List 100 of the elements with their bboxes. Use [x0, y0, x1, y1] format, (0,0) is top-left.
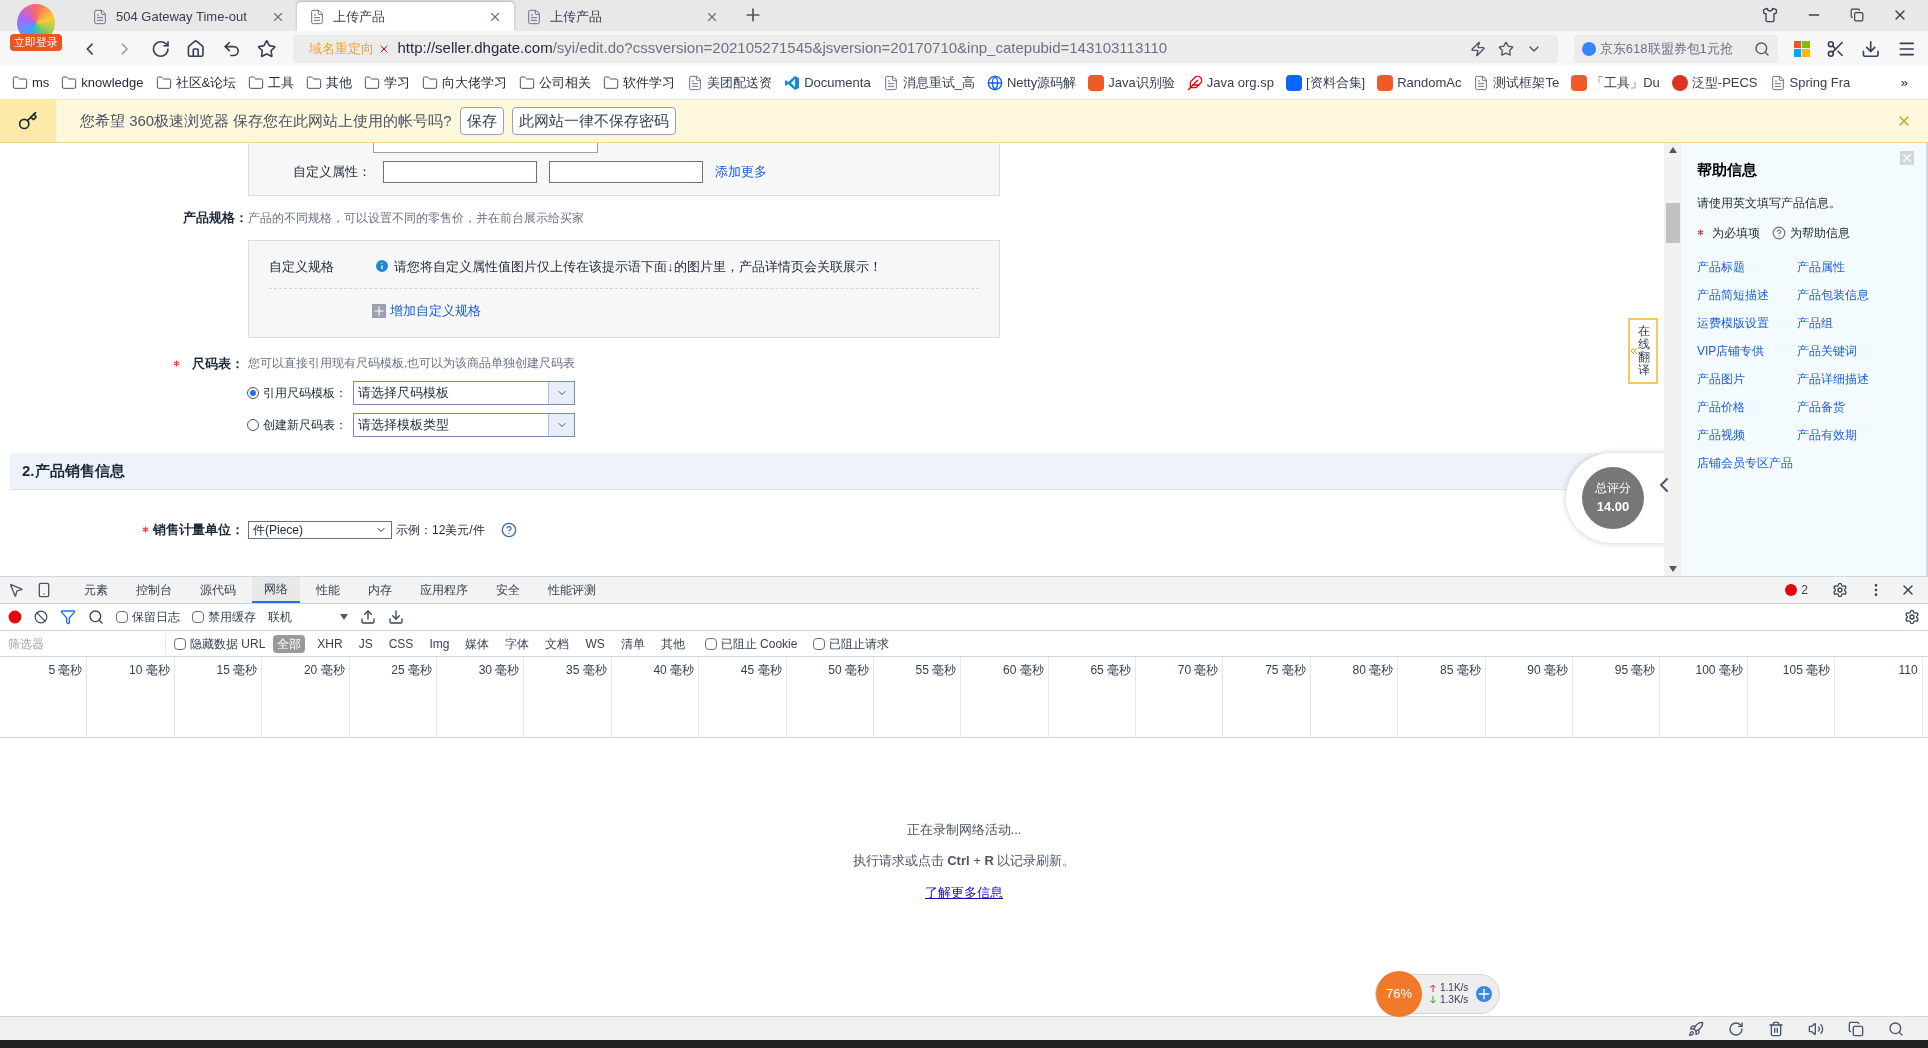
prompt-button[interactable]: 保存 [459, 107, 504, 135]
dropdown[interactable]: 请选择模板类型 [353, 413, 575, 437]
help-link[interactable]: 产品价格 [1697, 397, 1797, 416]
type-filter[interactable]: 媒体 [461, 634, 494, 653]
help-link[interactable]: VIP店铺专供 [1697, 341, 1797, 360]
bookmark-item[interactable]: Java org.sp [1186, 72, 1286, 93]
clear-icon[interactable] [34, 610, 48, 624]
type-filter[interactable]: JS [354, 634, 377, 653]
devtools-tab[interactable]: 应用程序 [408, 577, 480, 603]
help-link[interactable]: 产品属性 [1797, 257, 1910, 276]
type-filter[interactable]: 字体 [501, 634, 534, 653]
bookmark-item[interactable]: RandomAc [1377, 72, 1474, 93]
star-icon[interactable] [257, 38, 277, 59]
help-link[interactable]: 产品视频 [1697, 425, 1797, 444]
type-filter[interactable]: CSS [384, 634, 418, 653]
help-link[interactable]: 产品组 [1797, 313, 1910, 332]
bookmark-item[interactable]: 测试框架Te [1473, 72, 1572, 93]
window-icon[interactable] [1848, 1020, 1864, 1037]
inspect-icon[interactable] [8, 582, 24, 598]
lightning-icon[interactable] [1469, 40, 1486, 57]
input-field[interactable] [373, 143, 598, 153]
bookmark-item[interactable]: 工具 [248, 72, 307, 93]
bookmark-item[interactable]: 美团配送资 [687, 72, 785, 93]
speaker-icon[interactable] [1808, 1020, 1824, 1037]
bookmark-item[interactable]: Spring Fra [1769, 72, 1863, 93]
upload-icon[interactable] [360, 609, 376, 625]
bookmark-item[interactable]: knowledge [61, 72, 156, 93]
error-count[interactable]: 2 [1801, 581, 1808, 599]
help-link[interactable]: 店铺会员专区产品 [1697, 453, 1797, 472]
bookmark-item[interactable]: 消息重试_高 [882, 72, 987, 93]
refresh-icon[interactable] [1728, 1020, 1744, 1037]
checkbox[interactable] [192, 611, 204, 623]
bookmark-item[interactable]: ms [12, 72, 62, 93]
devtools-tab[interactable]: 性能 [304, 577, 352, 603]
bookmark-item[interactable]: [资料合集] [1285, 72, 1378, 93]
filter-field[interactable]: 筛选器 [0, 633, 166, 654]
scroll-up-icon[interactable] [1668, 147, 1677, 153]
help-link[interactable]: 产品备货 [1797, 397, 1910, 416]
help-link[interactable]: 产品有效期 [1797, 425, 1910, 444]
radio-button[interactable] [247, 387, 259, 399]
apps-icon[interactable] [1794, 40, 1810, 57]
devtools-tab[interactable]: 内存 [356, 577, 404, 603]
learn-more-link[interactable]: 了解更多信息 [925, 882, 1003, 903]
bookmark-item[interactable]: 向大佬学习 [422, 72, 520, 93]
rocket-icon[interactable] [1688, 1020, 1704, 1037]
browser-tab[interactable]: 504 Gateway Time-out [80, 2, 297, 31]
dropdown[interactable]: 请选择尺码模板 [353, 381, 575, 405]
browser-tab[interactable]: 上传产品 [514, 2, 731, 31]
address-field[interactable]: 域名重定向 http://seller.dhgate.com/syi/edit.do?cssversion=202105271545&jsversion=20170710&inp_catepubid=143103113110 [292, 34, 1558, 63]
bookmark-item[interactable]: 公司相关 [519, 72, 604, 93]
filter-icon[interactable] [60, 609, 76, 625]
radio-button[interactable] [247, 419, 259, 431]
checkbox[interactable] [813, 637, 826, 650]
trash-icon[interactable] [1768, 1020, 1784, 1037]
throttle-select[interactable]: 联机 [268, 608, 348, 626]
reload-icon[interactable] [150, 38, 171, 59]
record-icon[interactable] [8, 610, 22, 624]
bookmark-item[interactable]: 软件学习 [603, 72, 688, 93]
overflow-chevron[interactable]: » [1900, 72, 1916, 93]
checkbox[interactable] [116, 611, 128, 623]
translate-tab[interactable]: 在线翻译 [1628, 318, 1658, 384]
add-spec-link[interactable]: 增加自定义规格 [390, 301, 481, 321]
device-icon[interactable] [36, 582, 52, 598]
bookmark-item[interactable]: 社区&论坛 [155, 72, 249, 93]
add-more-link[interactable]: 添加更多 [715, 162, 767, 182]
prompt-button[interactable]: 此网站一律不保存密码 [511, 107, 676, 135]
search-icon[interactable] [1888, 1020, 1904, 1037]
scrollbar-thumb[interactable] [1665, 203, 1680, 243]
unit-select[interactable]: 件(Piece) [248, 520, 392, 539]
download-icon[interactable] [1861, 38, 1881, 59]
type-filter[interactable]: XHR [313, 634, 347, 653]
type-filter[interactable]: 文档 [541, 634, 574, 653]
type-filter[interactable]: 清单 [616, 634, 649, 653]
bookmark-item[interactable]: Netty源码解 [986, 72, 1089, 93]
help-link[interactable]: 运费模版设置 [1697, 313, 1797, 332]
home-icon[interactable] [186, 38, 206, 59]
help-link[interactable]: 产品图片 [1697, 369, 1797, 388]
bookmark-item[interactable]: Documenta [784, 72, 883, 93]
browser-tab[interactable]: 上传产品 [297, 2, 514, 31]
settings-icon[interactable] [1904, 609, 1920, 625]
help-link[interactable]: 产品标题 [1697, 257, 1797, 276]
devtools-tab[interactable]: 网络 [252, 577, 300, 603]
help-link[interactable]: 产品详细描述 [1797, 369, 1910, 388]
devtools-tab[interactable]: 元素 [72, 577, 120, 603]
type-filter[interactable]: WS [581, 634, 609, 653]
restore-icon[interactable] [1850, 8, 1864, 22]
devtools-tab[interactable]: 控制台 [124, 577, 184, 603]
settings-icon[interactable] [1832, 582, 1848, 598]
scissors-icon[interactable] [1825, 38, 1846, 59]
help-link[interactable]: 产品关键词 [1797, 341, 1910, 360]
bookmark-item[interactable]: Java识别验 [1088, 72, 1187, 93]
type-filter[interactable]: 其他 [656, 634, 689, 653]
checkbox[interactable] [704, 637, 717, 650]
star-icon[interactable] [1497, 40, 1514, 57]
search-icon[interactable] [1754, 40, 1771, 57]
bookmark-item[interactable]: 其他 [306, 72, 365, 93]
search-field[interactable]: 京东618联盟券包1元抢 [1573, 34, 1779, 63]
devtools-tab[interactable]: 性能评测 [536, 577, 608, 603]
help-link[interactable]: 产品包装信息 [1797, 285, 1910, 304]
type-filter[interactable]: Img [425, 634, 454, 653]
